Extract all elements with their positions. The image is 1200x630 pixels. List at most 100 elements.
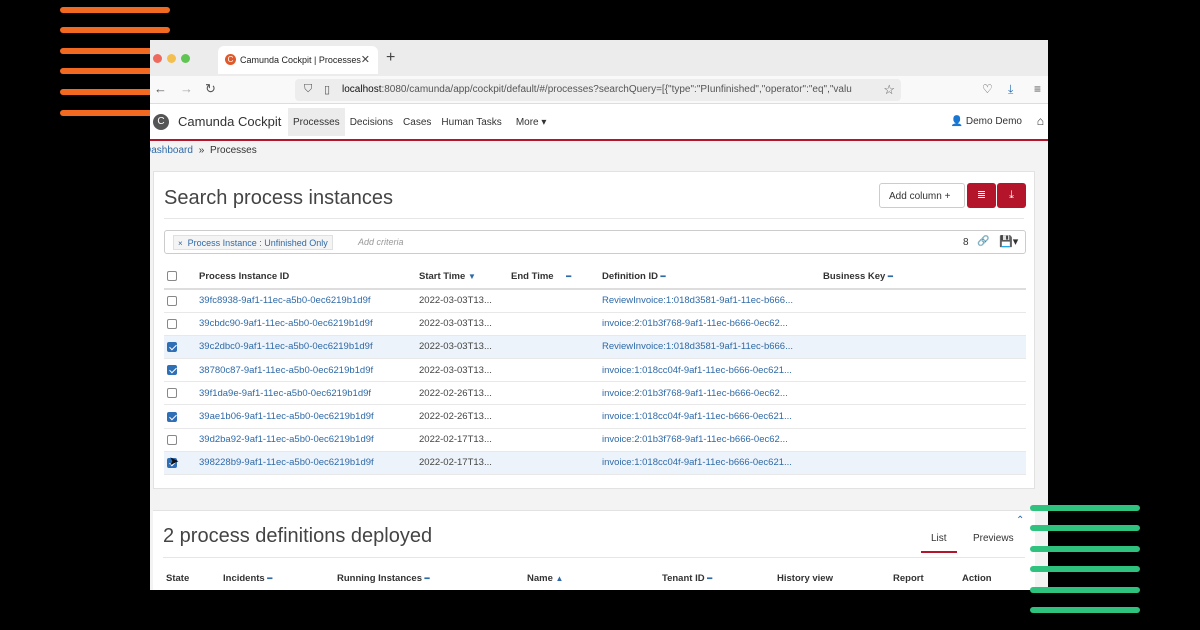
column-header-definition-id[interactable]: Definition ID ━ [602,265,823,290]
table-row[interactable]: 39ae1b06-9af1-11ec-a5b0-0ec6219b1d9f 2022… [164,404,1026,429]
reload-icon[interactable]: ↻ [205,81,216,97]
column-header-incidents[interactable]: Incidents ━ [223,573,272,584]
business-key-cell [823,428,1026,452]
table-row[interactable]: 398228b9-9af1-11ec-a5b0-0ec6219b1d9f 2022… [164,451,1026,476]
menu-icon[interactable]: ≡ [1034,82,1041,96]
pocket-icon[interactable]: ♡ [982,82,993,96]
row-checkbox[interactable] [167,295,177,306]
start-time-cell: 2022-03-03T13... [419,335,511,360]
checkbox-cell [164,358,199,383]
home-icon[interactable]: ⌂ [1037,114,1044,128]
process-instance-id-link[interactable]: 39cbdc90-9af1-11ec-a5b0-0ec6219b1d9f [199,312,419,336]
table-row[interactable]: 39cbdc90-9af1-11ec-a5b0-0ec6219b1d9f 2022… [164,312,1026,336]
definition-id-link[interactable]: ReviewInvoice:1:018d3581-9af1-11ec-b666.… [602,335,823,360]
column-header-name[interactable]: Name ▲ [527,573,563,584]
sort-none-icon[interactable]: ━ [566,272,571,281]
process-instance-id-link[interactable]: 39c2dbc0-9af1-11ec-a5b0-0ec6219b1d9f [199,335,419,360]
save-search-icon[interactable]: 💾▾ [999,235,1018,248]
table-row[interactable]: 39fc8938-9af1-11ec-a5b0-0ec6219b1d9f 2022… [164,289,1026,313]
camunda-logo-icon: C [153,114,169,130]
window-minimize-dot[interactable] [167,54,176,63]
chevron-up-icon[interactable]: ⌃ [1016,515,1024,526]
definition-id-link[interactable]: invoice:1:018cc04f-9af1-11ec-b666-0ec621… [602,404,823,429]
row-checkbox[interactable] [167,365,177,376]
process-instance-id-link[interactable]: 38780c87-9af1-11ec-a5b0-0ec6219b1d9f [199,358,419,383]
checkbox-cell [164,312,199,336]
definition-id-link[interactable]: invoice:1:018cc04f-9af1-11ec-b666-0ec621… [602,358,823,383]
column-header-start-time[interactable]: Start Time ▼ [419,265,511,290]
sort-none-icon[interactable]: ━ [888,272,893,281]
business-key-cell [823,358,1026,383]
brand-title[interactable]: Camunda Cockpit [178,114,281,129]
column-header-running-instances[interactable]: Running Instances ━ [337,573,429,584]
row-checkbox[interactable] [167,388,177,399]
column-header-action: Action [962,573,992,584]
window-zoom-dot[interactable] [181,54,190,63]
menu-item-human-tasks[interactable]: Human Tasks [436,108,506,136]
forward-icon[interactable]: → [180,81,193,96]
add-column-button[interactable]: Add column + [879,183,965,208]
definition-id-link[interactable]: ReviewInvoice:1:018d3581-9af1-11ec-b666.… [602,289,823,313]
url-bar[interactable]: ⛉ ▯ localhost:8080/camunda/app/cockpit/d… [295,79,901,101]
back-icon[interactable]: ← [154,81,167,96]
table-row[interactable]: 39c2dbc0-9af1-11ec-a5b0-0ec6219b1d9f 2022… [164,335,1026,360]
shield-icon: ⛉ [304,83,313,95]
menu-item-decisions[interactable]: Decisions [345,108,398,136]
row-checkbox[interactable] [167,318,177,329]
download-icon[interactable]: ⤓ [1008,82,1013,97]
list-view-button[interactable]: ≣ [967,183,996,208]
link-icon[interactable]: 🔗 [977,236,989,247]
close-tab-icon[interactable]: ✕ [361,53,370,66]
decor-line-green-2 [1030,525,1140,531]
start-time-cell: 2022-02-17T13... [419,451,511,476]
table-row[interactable]: 39f1da9e-9af1-11ec-a5b0-0ec6219b1d9f 2022… [164,381,1026,406]
process-instance-id-link[interactable]: 39ae1b06-9af1-11ec-a5b0-0ec6219b1d9f [199,404,419,429]
end-time-cell [511,404,602,429]
row-checkbox[interactable] [167,411,177,422]
checkbox-cell [164,428,199,452]
search-criteria-box[interactable]: × Process Instance : Unfinished Only Add … [164,230,1026,254]
column-header-tenant-id[interactable]: Tenant ID ━ [662,573,712,584]
tab-list[interactable]: List [921,533,957,553]
decor-line-orange-2 [60,27,170,33]
row-checkbox[interactable] [167,434,177,445]
definition-id-link[interactable]: invoice:2:01b3f768-9af1-11ec-b666-0ec62.… [602,312,823,336]
process-instance-id-link[interactable]: 39d2ba92-9af1-11ec-a5b0-0ec6219b1d9f [199,428,419,452]
process-instance-id-link[interactable]: 39fc8938-9af1-11ec-a5b0-0ec6219b1d9f [199,289,419,313]
camunda-favicon-icon: C [225,54,236,65]
bookmark-star-icon[interactable]: ☆ [883,82,895,98]
window-close-dot[interactable] [153,54,162,63]
definition-id-link[interactable]: invoice:2:01b3f768-9af1-11ec-b666-0ec62.… [602,428,823,452]
tab-previews[interactable]: Previews [973,533,1014,553]
column-header-end-time[interactable]: End Time ━ [511,265,602,290]
column-header-business-key[interactable]: Business Key ━ [823,265,1026,290]
select-all-checkbox[interactable] [167,271,177,282]
browser-tab[interactable]: C Camunda Cockpit | Processes ✕ [218,46,378,74]
remove-criteria-icon[interactable]: × [178,239,183,248]
column-header-state[interactable]: State [166,573,189,584]
definition-id-link[interactable]: invoice:2:01b3f768-9af1-11ec-b666-0ec62.… [602,381,823,406]
breadcrumb-dashboard[interactable]: Dashboard [150,145,193,156]
criteria-pill[interactable]: × Process Instance : Unfinished Only [173,235,333,250]
decor-line-green-6 [1030,607,1140,613]
sort-desc-icon[interactable]: ▼ [468,272,476,281]
table-row[interactable]: 39d2ba92-9af1-11ec-a5b0-0ec6219b1d9f 2022… [164,428,1026,452]
sort-none-icon[interactable]: ━ [661,272,666,281]
definition-id-link[interactable]: invoice:1:018cc04f-9af1-11ec-b666-0ec621… [602,451,823,476]
row-checkbox[interactable] [167,341,177,352]
search-title: Search process instances [164,187,394,209]
menu-item-more[interactable]: More ▾ [507,108,552,136]
process-instance-id-link[interactable]: 39f1da9e-9af1-11ec-a5b0-0ec6219b1d9f [199,381,419,406]
menu-item-cases[interactable]: Cases [398,108,436,136]
column-header-process-instance-id[interactable]: Process Instance ID [199,265,419,290]
new-tab-icon[interactable]: + [386,49,395,67]
table-header-row: Process Instance ID Start Time ▼ End Tim… [164,265,1026,290]
search-panel: Search process instances Add column + ≣ … [153,171,1035,489]
export-button[interactable]: ⤓ [997,183,1026,208]
table-row[interactable]: 38780c87-9af1-11ec-a5b0-0ec6219b1d9f 2022… [164,358,1026,383]
end-time-cell [511,312,602,336]
menu-item-processes[interactable]: Processes [288,108,345,136]
process-instance-id-link[interactable]: 398228b9-9af1-11ec-a5b0-0ec6219b1d9f [199,451,419,476]
add-criteria-input[interactable]: Add criteria [358,237,404,247]
user-menu[interactable]: 👤 Demo Demo [951,116,1022,127]
